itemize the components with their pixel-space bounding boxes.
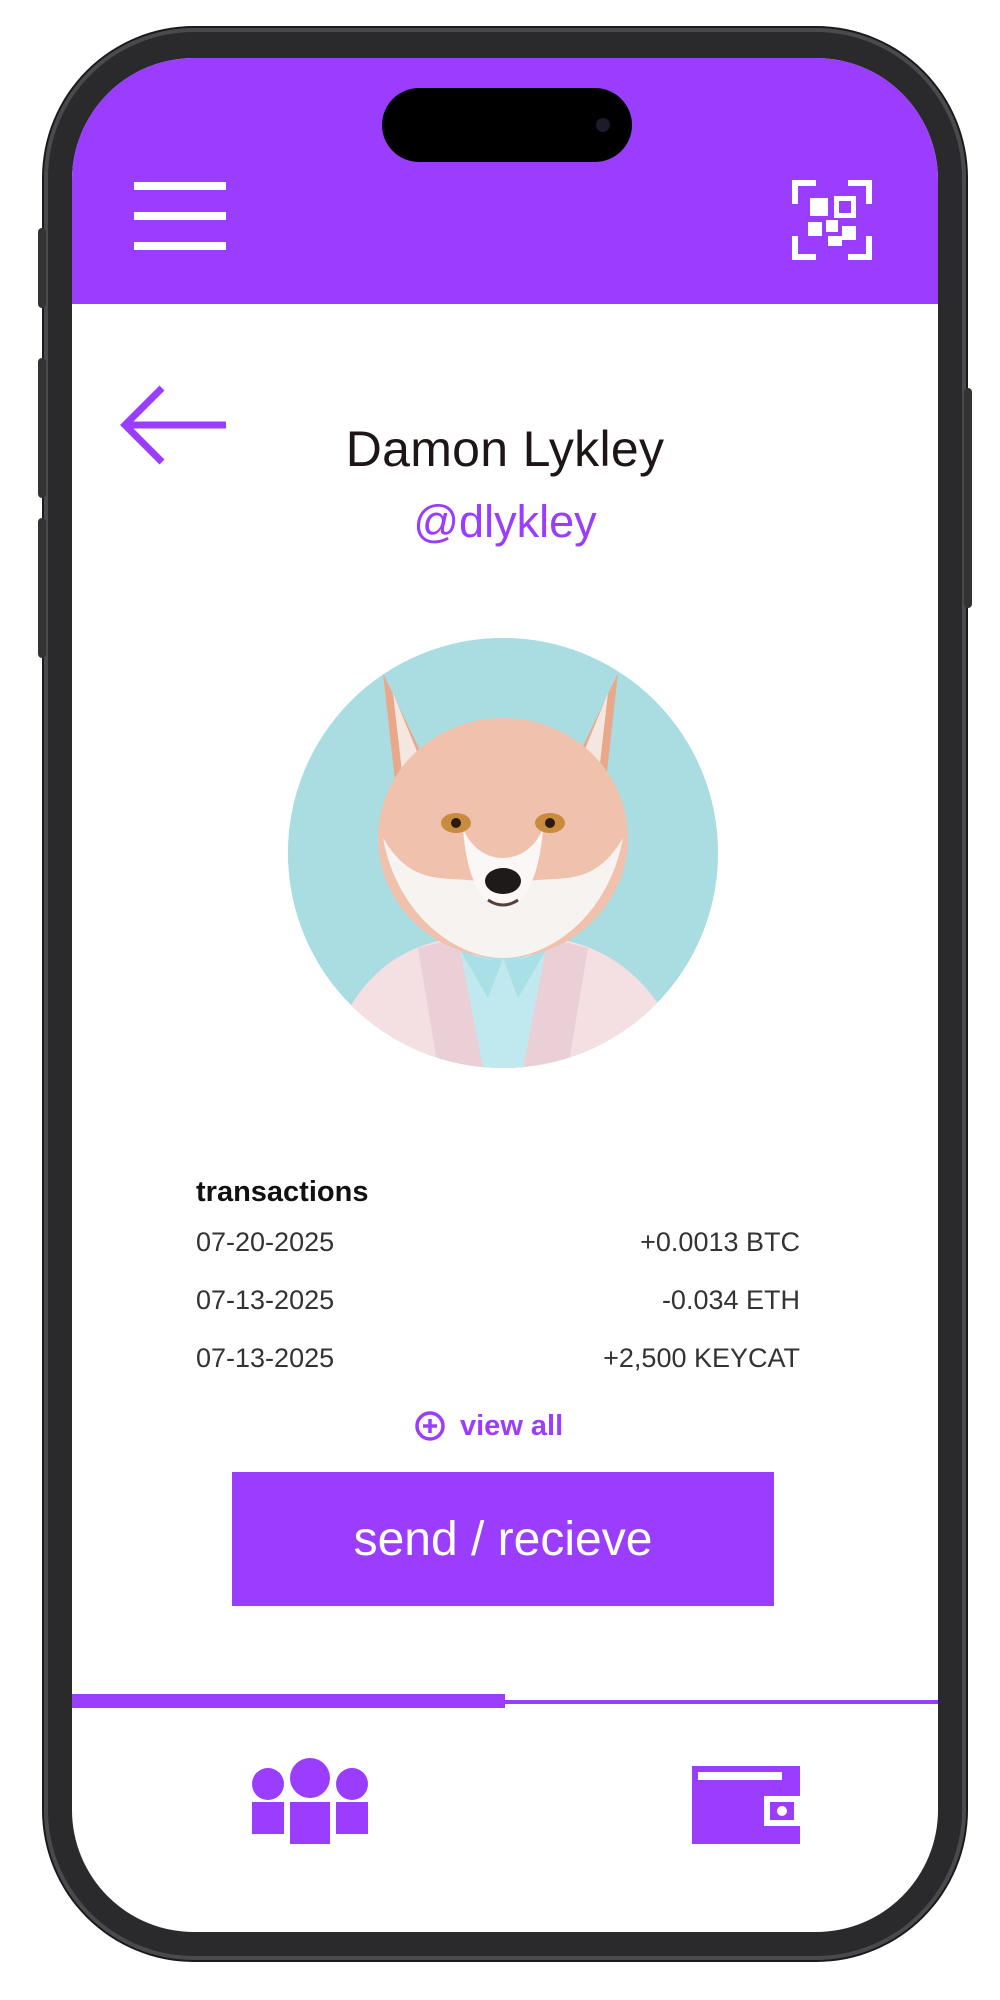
volume-up-button [38, 358, 46, 498]
transaction-date: 07-13-2025 [196, 1284, 335, 1315]
mute-switch [38, 228, 46, 308]
transactions-heading: transactions [196, 1176, 369, 1208]
dynamic-island [382, 88, 632, 162]
qr-scan-icon[interactable] [792, 180, 872, 260]
view-all-link[interactable]: view all [414, 1406, 563, 1446]
transaction-date: 07-13-2025 [196, 1342, 335, 1373]
people-icon[interactable] [250, 1758, 370, 1844]
power-button [964, 388, 972, 608]
transaction-row: 07-13-2025 +2,500 KEYCAT [196, 1338, 800, 1378]
plus-circle-icon [415, 1411, 445, 1441]
transaction-date: 07-20-2025 [196, 1226, 335, 1257]
transaction-row: 07-20-2025 +0.0013 BTC [196, 1222, 800, 1262]
volume-down-button [38, 518, 46, 658]
transaction-row: 07-13-2025 -0.034 ETH [196, 1280, 800, 1320]
transaction-amount: -0.034 ETH [661, 1284, 800, 1315]
transaction-amount: +0.0013 BTC [640, 1226, 800, 1257]
top-bar [72, 58, 938, 304]
view-all-label: view all [460, 1409, 564, 1442]
profile-handle: @dlykley [413, 496, 597, 547]
profile-name: Damon Lykley [345, 421, 665, 477]
transaction-amount: +2,500 KEYCAT [603, 1342, 800, 1373]
hamburger-menu-icon[interactable] [134, 182, 226, 250]
wallet-icon[interactable] [692, 1766, 800, 1844]
profile-avatar [288, 638, 718, 1068]
app-screen: Damon Lykley @dlykley transactions 07-20… [72, 58, 938, 1932]
active-tab-indicator [72, 1694, 505, 1708]
send-receive-button[interactable]: send / recieve [232, 1472, 774, 1606]
